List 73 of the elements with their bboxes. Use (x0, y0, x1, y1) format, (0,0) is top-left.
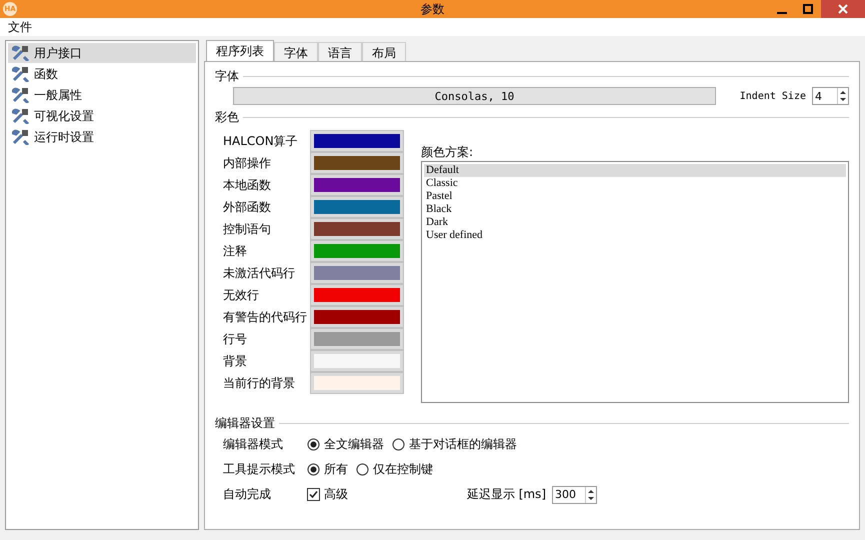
color-label: 背景 (223, 352, 248, 370)
wrench-icon (12, 87, 30, 103)
font-button[interactable]: Consolas, 10 (233, 87, 716, 105)
color-label: 外部函数 (223, 198, 272, 216)
scheme-item[interactable]: Default (424, 164, 846, 177)
color-label: HALCON算子 (223, 132, 299, 150)
scheme-item[interactable]: Pastel (424, 190, 846, 203)
color-label: 行号 (223, 330, 248, 348)
radio-label: 全文编辑器 (324, 436, 384, 453)
radio-label: 基于对话框的编辑器 (409, 436, 517, 453)
spin-arrows-icon[interactable] (585, 486, 596, 502)
color-label: 无效行 (223, 286, 260, 304)
close-icon (838, 4, 848, 14)
radio-button[interactable] (356, 463, 369, 476)
scheme-label: 颜色方案: (421, 145, 474, 159)
radio-button[interactable] (307, 463, 320, 476)
sidebar-item[interactable]: 可视化设置 (8, 106, 196, 126)
color-swatch[interactable] (311, 131, 403, 151)
setting-label: 工具提示模式 (223, 461, 296, 478)
delay-spinbox[interactable]: 300 (552, 486, 597, 504)
wrench-icon (12, 66, 30, 82)
color-swatch[interactable] (311, 219, 403, 239)
color-swatch[interactable] (311, 241, 403, 261)
sidebar-item[interactable]: 用户接口 (8, 43, 196, 63)
tab[interactable]: 布局 (362, 42, 406, 61)
color-label: 注释 (223, 242, 248, 260)
section-heading: 字体 (215, 68, 239, 85)
color-label: 有警告的代码行 (223, 308, 308, 326)
color-label: 当前行的背景 (223, 374, 296, 392)
color-swatch[interactable] (311, 175, 403, 195)
color-swatch[interactable] (311, 351, 403, 371)
spin-arrows-icon[interactable] (837, 88, 848, 104)
color-swatch[interactable] (311, 373, 403, 393)
delay-label: 延迟显示 [ms] (466, 486, 546, 503)
scheme-item[interactable]: Classic (424, 177, 846, 190)
section-heading: 编辑器设置 (215, 415, 275, 432)
radio-label: 仅在控制键 (373, 461, 433, 478)
close-button[interactable] (821, 0, 865, 18)
scheme-item[interactable]: Dark (424, 216, 846, 229)
tab[interactable]: 语言 (318, 42, 362, 61)
section-heading: 彩色 (215, 109, 239, 126)
sidebar-item[interactable]: 函数 (8, 64, 196, 84)
indent-size-label: Indent Size (740, 90, 806, 102)
color-label: 未激活代码行 (223, 264, 296, 282)
wrench-icon (12, 108, 30, 124)
setting-label: 自动完成 (223, 486, 272, 503)
color-swatch[interactable] (311, 307, 403, 327)
wrench-icon (12, 129, 30, 145)
radio-button[interactable] (307, 438, 320, 451)
sidebar-item[interactable]: 一般属性 (8, 85, 196, 105)
scheme-item[interactable]: User defined (424, 229, 846, 242)
checkbox-label: 高级 (324, 486, 348, 503)
color-swatch[interactable] (311, 263, 403, 283)
color-swatch[interactable] (311, 329, 403, 349)
wrench-icon (12, 45, 30, 61)
color-label: 本地函数 (223, 176, 272, 194)
radio-button[interactable] (392, 438, 405, 451)
window-title: 参数 (420, 2, 444, 16)
color-swatch[interactable] (311, 197, 403, 217)
sidebar-item[interactable]: 运行时设置 (8, 127, 196, 147)
menu-item[interactable]: 文件 (8, 18, 32, 36)
color-swatch[interactable] (311, 285, 403, 305)
indent-size-spinbox[interactable]: 4 (812, 87, 849, 105)
setting-label: 编辑器模式 (223, 436, 284, 453)
scheme-item[interactable]: Black (424, 203, 846, 216)
color-swatch[interactable] (311, 153, 403, 173)
checkbox[interactable] (307, 488, 320, 501)
tab[interactable]: 程序列表 (206, 40, 274, 61)
color-label: 内部操作 (223, 154, 272, 172)
maximize-icon[interactable] (803, 4, 813, 14)
tab[interactable]: 字体 (274, 42, 318, 61)
color-label: 控制语句 (223, 220, 272, 238)
radio-label: 所有 (324, 461, 348, 478)
